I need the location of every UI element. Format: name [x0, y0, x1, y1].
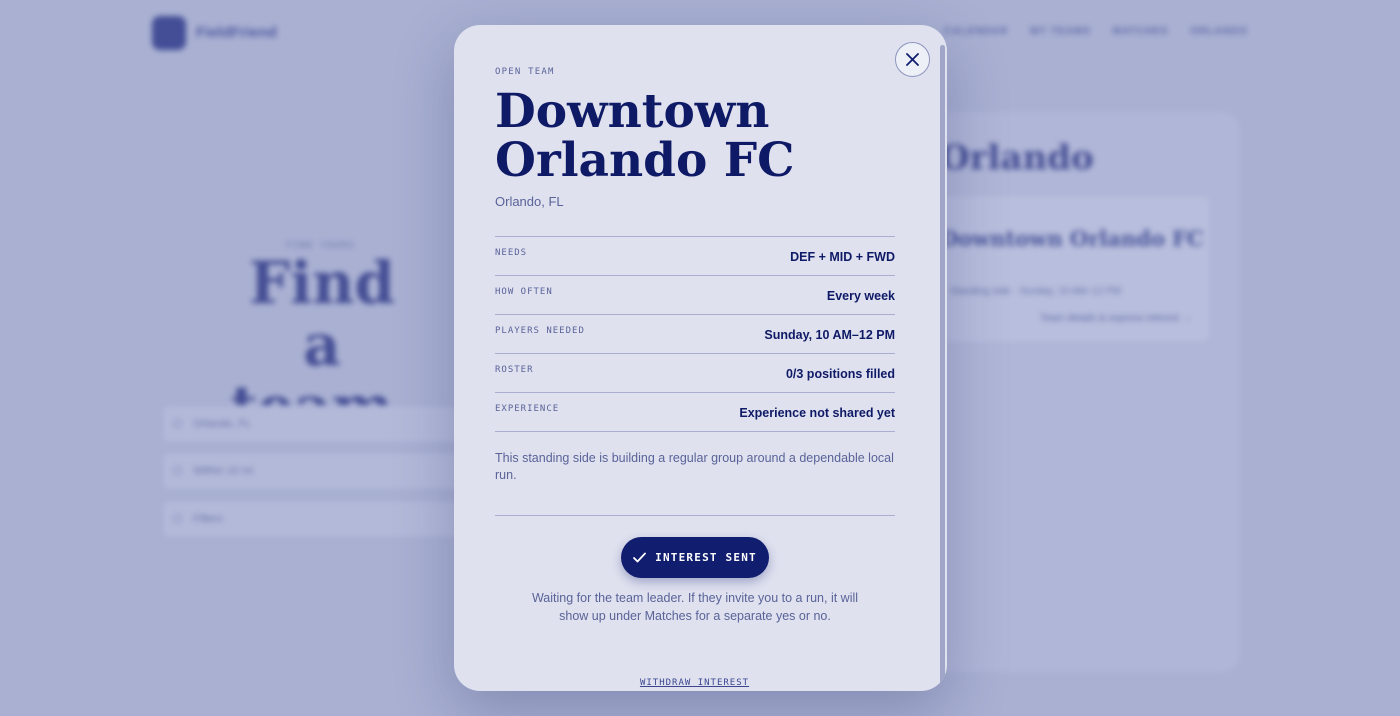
detail-label: PLAYERS NEEDED: [495, 326, 585, 336]
team-details: NEEDS DEF + MID + FWD HOW OFTEN Every we…: [495, 236, 895, 432]
interest-sent-button[interactable]: INTEREST SENT: [621, 537, 769, 578]
close-icon: [906, 53, 919, 66]
interest-sent-label: INTEREST SENT: [655, 551, 757, 564]
team-card-schedule: Standing side · Sunday, 10 AM–12 PM: [950, 286, 1122, 297]
team-detail-modal: OPEN TEAM Downtown Orlando FC Orlando, F…: [454, 25, 947, 691]
detail-row-roster: ROSTER 0/3 positions filled: [495, 354, 895, 393]
detail-row-needs: NEEDS DEF + MID + FWD: [495, 237, 895, 276]
radius-icon: [173, 466, 182, 475]
filters-button[interactable]: Filters: [162, 500, 462, 538]
location-filter-label: Orlando, FL: [193, 418, 252, 430]
modal-scrollbar[interactable]: [940, 45, 945, 690]
nav-link-matches[interactable]: MATCHES: [1113, 26, 1169, 37]
logo-mark: [152, 16, 186, 50]
nav-link-calendar[interactable]: CALENDAR: [944, 26, 1008, 37]
team-location: Orlando, FL: [495, 194, 564, 209]
waiting-message: Waiting for the team leader. If they inv…: [531, 591, 859, 623]
nav-link-my-teams[interactable]: MY TEAMS: [1030, 26, 1091, 37]
nav-links: CALENDAR MY TEAMS MATCHES ORLANDO: [944, 26, 1248, 37]
pin-icon: [173, 419, 182, 428]
detail-row-how-often: HOW OFTEN Every week: [495, 276, 895, 315]
withdraw-interest-link[interactable]: WITHDRAW INTEREST: [640, 678, 749, 688]
team-title: Downtown Orlando FC: [495, 84, 795, 188]
team-card-link[interactable]: Team details & express interest →: [1040, 313, 1192, 324]
filters-button-label: Filters: [193, 513, 223, 525]
detail-value: 0/3 positions filled: [785, 367, 895, 381]
detail-value: Sunday, 10 AM–12 PM: [764, 328, 895, 342]
check-icon: [633, 552, 647, 563]
detail-row-players-needed: PLAYERS NEEDED Sunday, 10 AM–12 PM: [495, 315, 895, 354]
detail-label: HOW OFTEN: [495, 287, 553, 297]
modal-eyebrow: OPEN TEAM: [495, 67, 555, 77]
nav-link-orlando[interactable]: ORLANDO: [1190, 26, 1248, 37]
logo-text: FieldFriend: [196, 24, 277, 41]
detail-value: Every week: [826, 289, 895, 303]
team-description: This standing side is building a regular…: [495, 451, 894, 482]
results-panel-title: Orlando: [940, 138, 1094, 178]
distance-filter[interactable]: Within 10 mi: [162, 452, 462, 490]
close-button[interactable]: [895, 42, 930, 77]
detail-label: NEEDS: [495, 248, 528, 258]
filter-icon: [173, 514, 182, 523]
team-card-title: Downtown Orlando FC: [940, 226, 1204, 251]
detail-row-experience: EXPERIENCE Experience not shared yet: [495, 393, 895, 432]
distance-filter-label: Within 10 mi: [193, 465, 254, 477]
divider: [495, 515, 895, 516]
detail-label: ROSTER: [495, 365, 534, 375]
location-filter[interactable]: Orlando, FL: [162, 405, 462, 443]
detail-label: EXPERIENCE: [495, 404, 560, 414]
withdraw-container: WITHDRAW INTEREST: [454, 672, 935, 690]
detail-value: DEF + MID + FWD: [790, 250, 895, 264]
detail-value: Experience not shared yet: [739, 406, 895, 420]
